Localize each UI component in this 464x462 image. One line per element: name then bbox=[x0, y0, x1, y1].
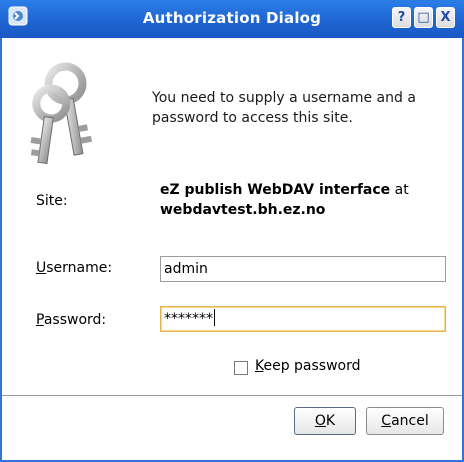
maximize-button[interactable]: □ bbox=[414, 7, 433, 28]
button-separator bbox=[2, 395, 462, 397]
password-label: Password: bbox=[36, 312, 106, 328]
password-mnemonic: P bbox=[36, 312, 44, 328]
auth-message: You need to supply a username and a pass… bbox=[152, 90, 416, 126]
username-label-rest: sername: bbox=[46, 260, 113, 276]
password-input[interactable]: ******* bbox=[160, 306, 446, 332]
ok-label-rest: K bbox=[325, 413, 336, 429]
site-at-text: at bbox=[390, 182, 409, 198]
username-value: admin bbox=[164, 261, 208, 277]
cancel-mnemonic: C bbox=[381, 413, 392, 429]
authorization-dialog-window: Authorization Dialog ? □ X You need to s… bbox=[0, 0, 464, 462]
password-label-rest: assword: bbox=[43, 312, 107, 328]
site-label: Site: bbox=[36, 193, 68, 209]
text-caret bbox=[214, 309, 215, 326]
title-bar[interactable]: Authorization Dialog ? □ X bbox=[0, 0, 464, 38]
ok-mnemonic: O bbox=[314, 413, 326, 429]
keep-password-label-rest: eep password bbox=[263, 358, 361, 374]
site-host: webdavtest.bh.ez.no bbox=[160, 202, 326, 218]
password-masked-value: ******* bbox=[164, 311, 213, 327]
keep-password-label[interactable]: Keep password bbox=[255, 358, 361, 374]
close-button[interactable]: X bbox=[436, 7, 455, 28]
username-label: Username: bbox=[36, 260, 112, 276]
username-input[interactable]: admin bbox=[160, 256, 446, 282]
dialog-body: You need to supply a username and a pass… bbox=[2, 38, 462, 460]
ok-button[interactable]: OK bbox=[294, 407, 356, 435]
keep-password-checkbox[interactable] bbox=[234, 361, 248, 375]
site-name: eZ publish WebDAV interface bbox=[160, 182, 391, 198]
help-button[interactable]: ? bbox=[392, 7, 411, 28]
keys-icon bbox=[30, 62, 93, 165]
cancel-button[interactable]: Cancel bbox=[366, 407, 444, 435]
cancel-label-rest: ancel bbox=[391, 413, 429, 429]
username-mnemonic: U bbox=[36, 260, 47, 276]
site-value: eZ publish WebDAV interface at webdavtes… bbox=[160, 180, 460, 220]
